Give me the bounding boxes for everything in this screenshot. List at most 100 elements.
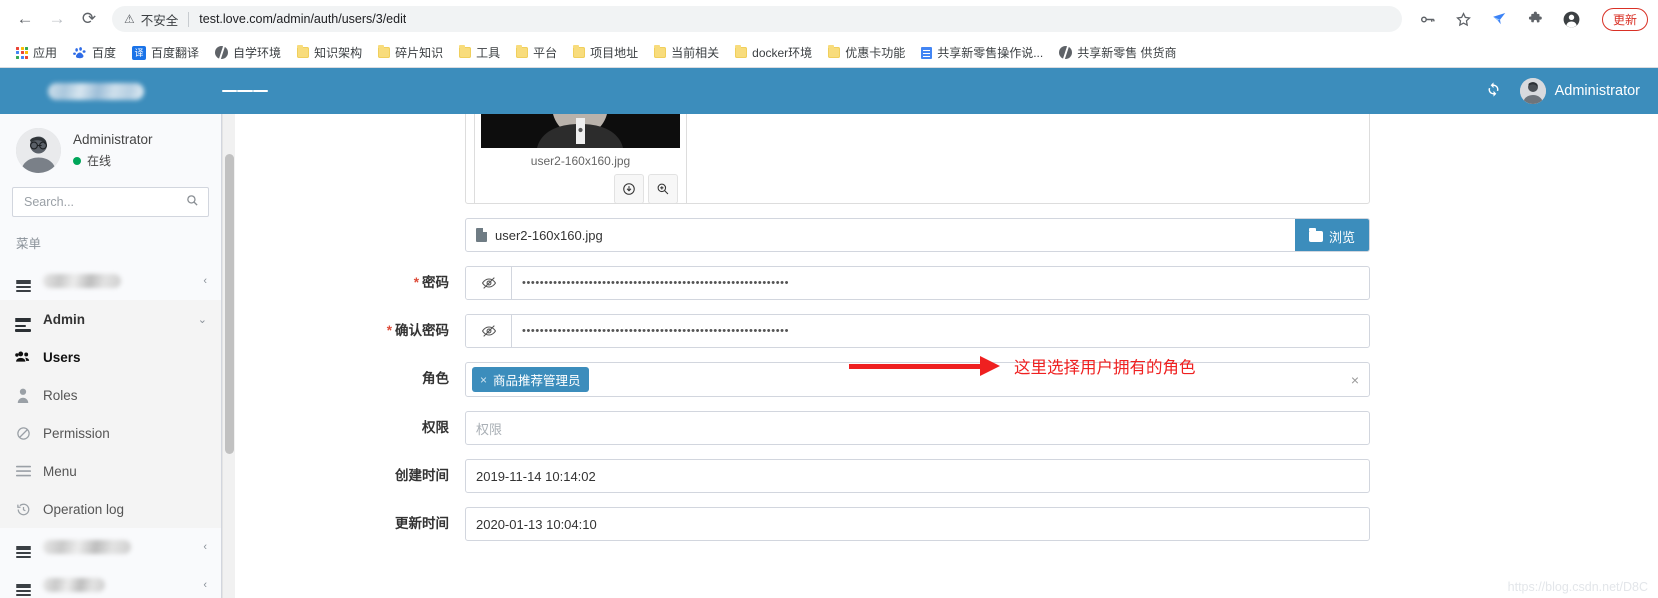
header-user-menu[interactable]: Administrator [1519,78,1640,104]
app-body: Administrator 在线 菜单 [0,114,1658,598]
not-secure-label: 不安全 [140,13,179,28]
bookmark-label: 项目地址 [590,46,639,60]
sidebar-item-menu[interactable]: Menu [0,452,221,490]
password-key-icon[interactable] [1418,9,1438,29]
globe-icon [1059,46,1073,59]
forward-button[interactable]: → [42,4,72,34]
form-row-updated-at: 更新时间 2020-01-13 10:04:10 [235,507,1658,541]
avatar-thumbnail-actions [614,174,678,203]
sidebar-item-label: Menu [43,463,77,479]
created-at-input[interactable]: 2019-11-14 10:14:02 [465,459,1370,493]
bookmark-folder-7[interactable]: docker环境 [727,42,820,63]
bookmark-folder-5[interactable]: 项目地址 [565,42,646,63]
bookmarks-bar: 应用 百度 译 百度翻译 自学环境 知识架构 碎片知识 工具 平台 项目地址 当… [0,38,1658,68]
search-icon[interactable] [186,194,199,210]
sidebar-search-box[interactable] [12,187,209,217]
refresh-icon[interactable] [1485,81,1502,101]
bookmark-label: 当前相关 [671,46,720,60]
bars-icon [14,465,32,477]
folder-icon [828,44,841,58]
permission-placeholder: 权限 [476,421,503,437]
eye-slash-icon[interactable] [466,315,512,347]
sidebar-toggle-button[interactable] [222,68,268,114]
back-button[interactable]: ← [10,4,40,34]
password-input-group[interactable]: ••••••••••••••••••••••••••••••••••••••••… [465,266,1370,300]
form-row-avatar-preview: user2-160x160.jpg [235,114,1658,204]
bookmark-star-icon[interactable] [1454,9,1474,29]
bookmark-folder-6[interactable]: 当前相关 [646,42,727,63]
avatar-upload-card: user2-160x160.jpg [465,114,1370,204]
zoom-in-icon[interactable] [648,174,678,203]
reload-button[interactable]: ⟳ [74,4,104,34]
bookmark-baidu-translate[interactable]: 译 百度翻译 [124,42,207,63]
eye-slash-icon[interactable] [466,267,512,299]
sidebar-item-operation-log[interactable]: Operation log [0,490,221,528]
history-clock-icon [14,502,32,517]
bookmark-baidu[interactable]: 百度 [65,42,124,63]
app-brand[interactable] [0,68,222,114]
folder-icon [573,44,586,58]
sidebar-item-label-redacted [43,540,131,554]
sidebar-item-redacted-2[interactable]: ‹ [0,528,221,566]
list-bars-icon [14,316,32,332]
bookmark-label: 百度翻译 [151,46,200,60]
bookmark-folder-2[interactable]: 碎片知识 [370,42,451,63]
form-label-confirm-password-text: 确认密码 [395,323,449,338]
sidebar-item-users[interactable]: Users [0,338,221,376]
updated-at-input[interactable]: 2020-01-13 10:04:10 [465,507,1370,541]
bookmark-label: 共享新零售操作说... [937,46,1044,60]
sidebar-item-redacted-3[interactable]: ‹ [0,566,221,598]
profile-avatar-icon[interactable] [1562,9,1582,29]
sidebar-item-permission[interactable]: Permission [0,414,221,452]
bookmark-self-study[interactable]: 自学环境 [207,42,289,63]
header-username: Administrator [1554,83,1640,99]
search-input[interactable] [22,194,186,210]
user-edit-form: user2-160x160.jpg user2-160x160.jpg 浏览 *… [235,114,1658,541]
confirm-password-input-group[interactable]: ••••••••••••••••••••••••••••••••••••••••… [465,314,1370,348]
form-row-roles: 角色 × 商品推荐管理员 × [235,362,1658,397]
browse-button-label: 浏览 [1328,229,1355,245]
hamburger-icon-bar [222,89,238,93]
apps-grid-icon [16,46,28,59]
bookmark-apps[interactable]: 应用 [8,42,65,63]
bookmark-label: 工具 [476,46,501,60]
file-input-group[interactable]: user2-160x160.jpg 浏览 [465,218,1370,252]
sidebar-item-label: Operation log [43,501,125,517]
password-input[interactable]: ••••••••••••••••••••••••••••••••••••••••… [512,267,1369,299]
role-tag-remove-icon[interactable]: × [480,373,487,387]
bookmark-supplier[interactable]: 共享新零售 供货商 [1051,42,1184,63]
sidebar-search-wrap [0,187,221,217]
update-button[interactable]: 更新 [1601,7,1648,31]
permission-input[interactable]: 权限 [465,411,1370,445]
browse-button[interactable]: 浏览 [1295,219,1369,251]
sidebar-item-redacted-1[interactable]: ‹ [0,262,221,300]
page-scrollbar-thumb[interactable] [225,154,234,454]
extension-blue-icon[interactable] [1490,9,1510,29]
hamburger-icon [14,544,32,558]
roles-select[interactable]: × 商品推荐管理员 × [465,362,1370,397]
download-icon[interactable] [614,174,644,203]
folder-icon [297,44,310,58]
roles-clear-button[interactable]: × [1351,372,1359,388]
hamburger-icon [14,582,32,596]
browser-actions: 更新 [1404,7,1648,31]
address-bar[interactable]: ⚠ 不安全 test.love.com/admin/auth/users/3/e… [112,6,1402,32]
sidebar-user-panel[interactable]: Administrator 在线 [0,114,221,187]
bookmark-label: 应用 [33,46,58,60]
sidebar-item-roles[interactable]: Roles [0,376,221,414]
globe-icon [215,46,229,59]
sidebar-item-label-redacted [43,274,121,288]
url-text: test.love.com/admin/auth/users/3/edit [199,12,407,26]
confirm-password-input[interactable]: ••••••••••••••••••••••••••••••••••••••••… [512,315,1369,347]
role-tag[interactable]: × 商品推荐管理员 [472,367,589,392]
bookmark-folder-4[interactable]: 平台 [508,42,565,63]
sidebar-item-admin[interactable]: Admin ⌄ [0,300,221,338]
bookmark-label: 共享新零售 供货商 [1077,46,1177,60]
hamburger-icon-bar [252,89,268,93]
bookmark-folder-3[interactable]: 工具 [451,42,508,63]
bookmark-folder-8[interactable]: 优惠卡功能 [820,42,913,63]
page-scrollbar[interactable] [222,114,235,598]
extensions-puzzle-icon[interactable] [1526,9,1546,29]
bookmark-doc[interactable]: 共享新零售操作说... [913,42,1051,63]
bookmark-folder-1[interactable]: 知识架构 [289,42,370,63]
